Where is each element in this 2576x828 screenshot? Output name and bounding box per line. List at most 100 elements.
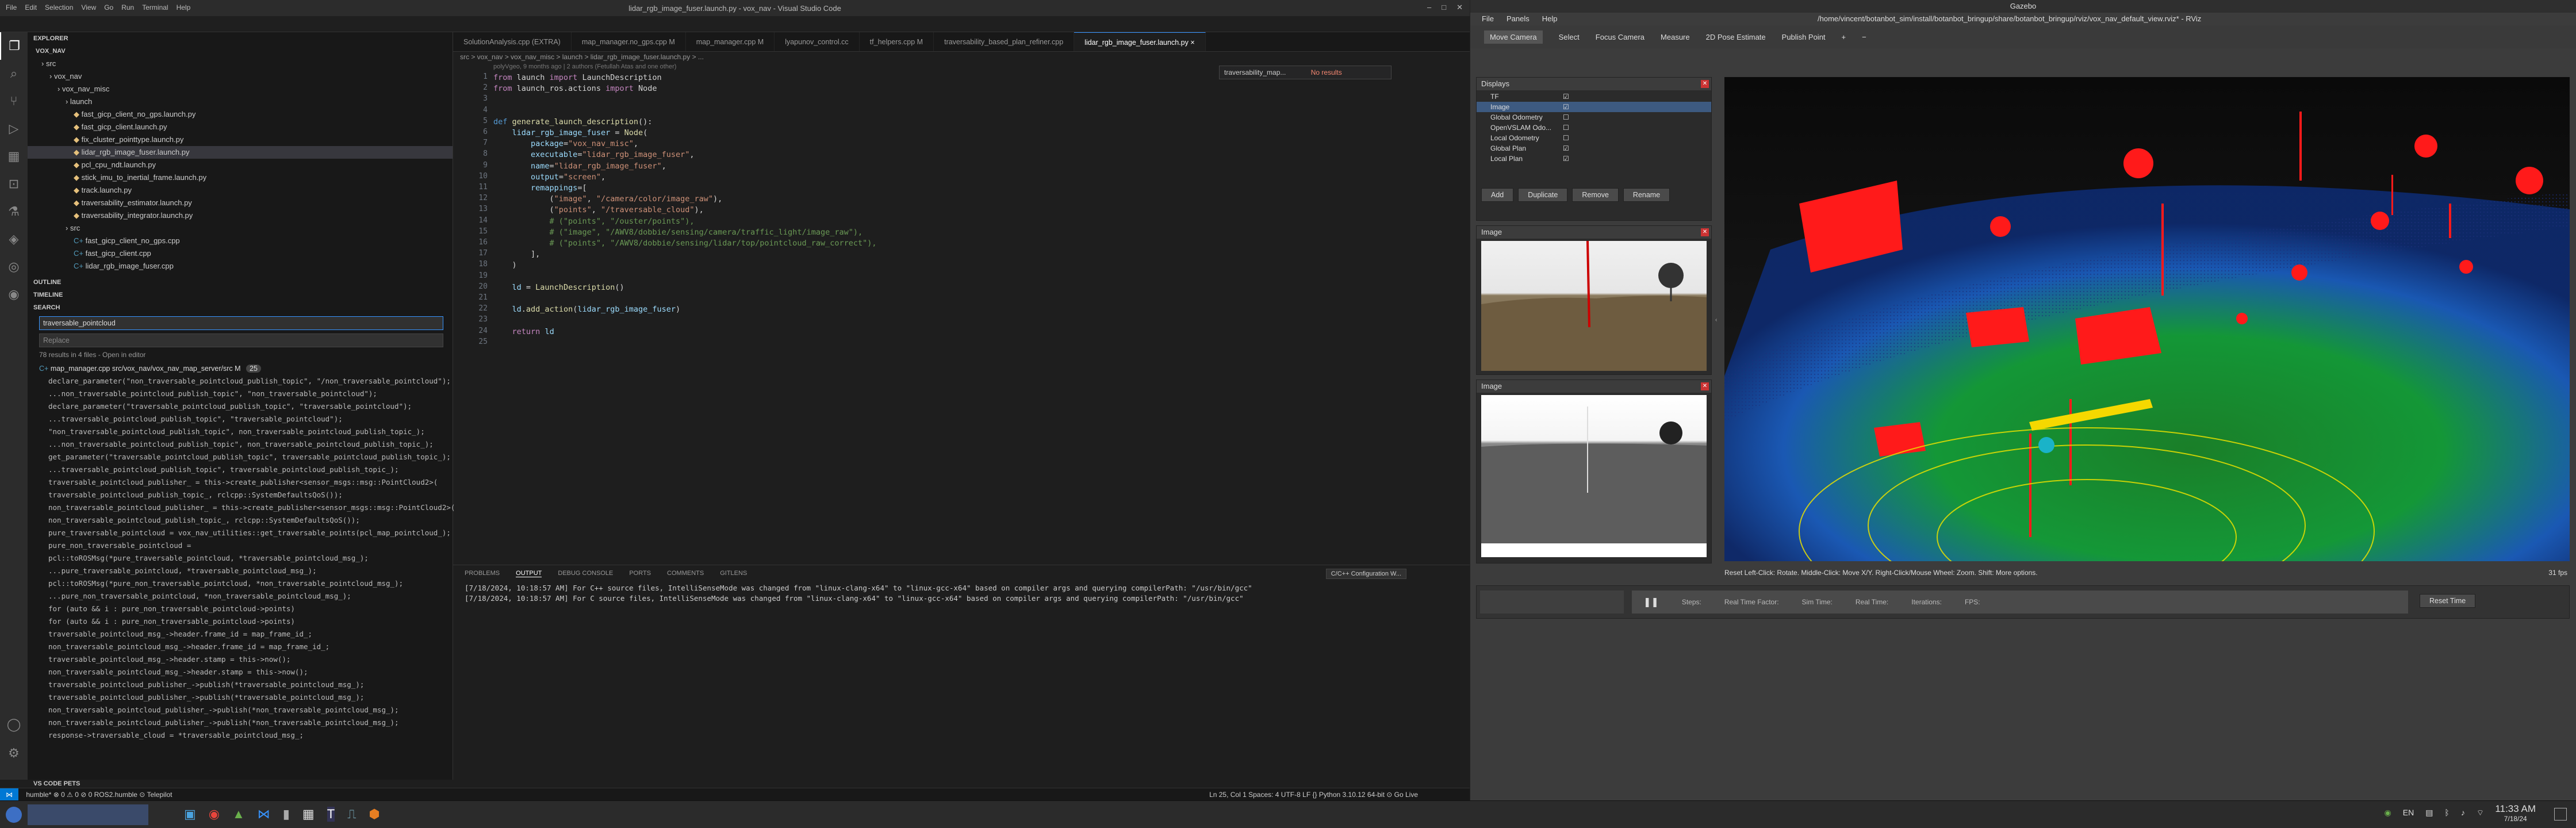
gitlens-icon[interactable]: ◉ bbox=[0, 281, 28, 308]
tree-item[interactable]: C+ fast_gicp_client.cpp bbox=[28, 247, 453, 260]
search-result-line[interactable]: traversable_pointcloud_msg_->header.stam… bbox=[28, 653, 453, 666]
rename-button[interactable]: Rename bbox=[1623, 188, 1670, 202]
search-result-line[interactable]: non_traversable_pointcloud_publisher_->p… bbox=[28, 716, 453, 729]
run-debug-icon[interactable]: ▷ bbox=[0, 115, 28, 143]
search-result-line[interactable]: pure_traversable_pointcloud = vox_nav_ut… bbox=[28, 527, 453, 539]
tool-select[interactable]: Select bbox=[1559, 33, 1580, 41]
rviz-menu-help[interactable]: Help bbox=[1542, 13, 1558, 25]
tree-item[interactable]: ◆ fix_cluster_pointtype.launch.py bbox=[28, 133, 453, 146]
account-icon[interactable]: ◯ bbox=[0, 711, 28, 738]
terminal-icon[interactable]: ▮ bbox=[283, 807, 290, 822]
explorer-icon[interactable]: ❐ bbox=[0, 32, 28, 60]
display-item[interactable]: Local Plan ☑ bbox=[1477, 154, 1711, 164]
replace-input[interactable]: Replace bbox=[39, 334, 443, 347]
chrome-icon[interactable]: ◉ bbox=[209, 807, 220, 822]
display-item[interactable]: Local Odometry ☐ bbox=[1477, 133, 1711, 143]
status-right[interactable]: Ln 25, Col 1 Spaces: 4 UTF-8 LF {} Pytho… bbox=[1209, 788, 1418, 801]
close-icon[interactable]: ✕ bbox=[1701, 228, 1709, 236]
ros-icon[interactable]: ◎ bbox=[0, 253, 28, 281]
editor-tab[interactable]: map_manager.cpp M bbox=[686, 32, 775, 51]
search-result-line[interactable]: ...traversable_pointcloud_publish_topic"… bbox=[28, 463, 453, 476]
tool-focus-camera[interactable]: Focus Camera bbox=[1596, 33, 1644, 41]
search-result-line[interactable]: declare_parameter("non_traversable_point… bbox=[28, 375, 453, 388]
reset-time-button[interactable]: Reset Time bbox=[2420, 594, 2476, 608]
extensions-icon[interactable]: ▦ bbox=[0, 143, 28, 170]
vscode-icon[interactable]: ⋈ bbox=[258, 807, 270, 822]
tool--[interactable]: + bbox=[1842, 33, 1846, 41]
tree-item[interactable]: › src bbox=[28, 222, 453, 235]
editor-tab[interactable]: map_manager.no_gps.cpp M bbox=[572, 32, 686, 51]
display-checkbox[interactable]: ☑ bbox=[1563, 143, 1569, 154]
search-result-line[interactable]: pcl::toROSMsg(*pure_traversable_pointclo… bbox=[28, 552, 453, 565]
display-item[interactable]: TF ☑ bbox=[1477, 91, 1711, 102]
editor-tab[interactable]: traversability_based_plan_refiner.cpp bbox=[934, 32, 1075, 51]
search-result-line[interactable]: non_traversable_pointcloud_publisher_->p… bbox=[28, 704, 453, 716]
breadcrumb[interactable]: src > vox_nav > vox_nav_misc > launch > … bbox=[460, 53, 704, 61]
tool--[interactable]: − bbox=[1862, 33, 1866, 41]
display-checkbox[interactable]: ☐ bbox=[1563, 122, 1569, 133]
menu-item-selection[interactable]: Selection bbox=[45, 3, 73, 12]
display-checkbox[interactable]: ☐ bbox=[1563, 112, 1569, 122]
clipboard-icon[interactable]: ▤ bbox=[2425, 808, 2433, 818]
search-result-line[interactable]: get_parameter("traversable_pointcloud_pu… bbox=[28, 451, 453, 463]
panel-tab-output[interactable]: OUTPUT bbox=[516, 570, 542, 577]
display-item[interactable]: Image ☑ bbox=[1477, 102, 1711, 112]
search-result-line[interactable]: traversable_pointcloud_publisher_->publi… bbox=[28, 678, 453, 691]
display-item[interactable]: OpenVSLAM Odo... ☐ bbox=[1477, 122, 1711, 133]
display-checkbox[interactable]: ☑ bbox=[1563, 154, 1569, 164]
close-icon[interactable]: ✕ bbox=[1701, 80, 1709, 88]
outline-section[interactable]: OUTLINE bbox=[28, 276, 453, 289]
duplicate-button[interactable]: Duplicate bbox=[1518, 188, 1568, 202]
timeline-section[interactable]: TIMELINE bbox=[28, 289, 453, 301]
editor-tab[interactable]: SolutionAnalysis.cpp (EXTRA) bbox=[453, 32, 572, 51]
add-button[interactable]: Add bbox=[1481, 188, 1514, 202]
virtual-desktop-pager[interactable] bbox=[28, 804, 148, 825]
display-checkbox[interactable]: ☐ bbox=[1563, 133, 1569, 143]
tree-item[interactable]: ◆ lidar_rgb_image_fuser.launch.py bbox=[28, 146, 453, 159]
status-left[interactable]: humble* ⊗ 0 ⚠ 0 ⊘ 0 ROS2.humble ⊙ Telepi… bbox=[20, 791, 172, 799]
grid-app-icon[interactable]: ▦ bbox=[302, 807, 315, 822]
search-icon[interactable]: ⌕ bbox=[0, 60, 28, 87]
display-item[interactable]: Global Odometry ☐ bbox=[1477, 112, 1711, 122]
tool-move-camera[interactable]: Move Camera bbox=[1484, 30, 1543, 44]
workspace-root[interactable]: VOX_NAV bbox=[28, 45, 453, 57]
splitter-handle[interactable]: ‹ bbox=[1715, 77, 1721, 564]
rviz-menu-file[interactable]: File bbox=[1482, 13, 1494, 25]
search-result-line[interactable]: non_traversable_pointcloud_msg_->header.… bbox=[28, 666, 453, 678]
search-result-line[interactable]: "non_traversable_pointcloud_publish_topi… bbox=[28, 425, 453, 438]
panel-tab-problems[interactable]: PROBLEMS bbox=[465, 570, 500, 577]
search-results-summary[interactable]: 78 results in 4 files - Open in editor bbox=[28, 347, 453, 362]
menu-item-file[interactable]: File bbox=[6, 3, 17, 12]
menu-item-go[interactable]: Go bbox=[104, 3, 113, 12]
monitor-icon[interactable]: ▲ bbox=[232, 807, 245, 822]
search-result-line[interactable]: response->traversable_cloud = *traversab… bbox=[28, 729, 453, 742]
tree-item[interactable]: ◆ fast_gicp_client.launch.py bbox=[28, 121, 453, 133]
panel-tab-gitlens[interactable]: GITLENS bbox=[720, 570, 747, 577]
rviz-menu-panels[interactable]: Panels bbox=[1506, 13, 1529, 25]
editor-tab[interactable]: tf_helpers.cpp M bbox=[860, 32, 934, 51]
texmaker-icon[interactable]: T bbox=[327, 807, 335, 822]
tree-item[interactable]: C+ lidar_rgb_image_fuser.cpp bbox=[28, 260, 453, 273]
remote-indicator[interactable]: ⋈ bbox=[0, 788, 18, 801]
menu-item-edit[interactable]: Edit bbox=[25, 3, 37, 12]
search-result-line[interactable]: ...pure_non_traversable_pointcloud, *non… bbox=[28, 590, 453, 603]
editor-tab[interactable]: lyapunov_control.cc bbox=[775, 32, 860, 51]
close-icon[interactable]: ✕ bbox=[1701, 382, 1709, 390]
display-checkbox[interactable]: ☑ bbox=[1563, 102, 1569, 112]
maximize-icon[interactable]: □ bbox=[1442, 3, 1446, 12]
search-result-line[interactable]: pure_non_traversable_pointcloud = bbox=[28, 539, 453, 552]
search-result-line[interactable]: ...non_traversable_pointcloud_publish_to… bbox=[28, 438, 453, 451]
search-result-line[interactable]: ...traversable_pointcloud_publish_topic"… bbox=[28, 413, 453, 425]
network-icon[interactable]: ⌔ bbox=[2477, 808, 2484, 818]
menu-item-terminal[interactable]: Terminal bbox=[142, 3, 168, 12]
code-editor[interactable]: polyVgeo, 9 months ago | 2 authors (Fetu… bbox=[453, 63, 1470, 558]
editor-tab[interactable]: lidar_rgb_image_fuser.launch.py × bbox=[1074, 32, 1206, 51]
results-file-header[interactable]: C+ map_manager.cpp src/vox_nav/vox_nav_m… bbox=[28, 362, 453, 375]
menu-item-view[interactable]: View bbox=[81, 3, 96, 12]
search-section[interactable]: SEARCH bbox=[28, 301, 453, 314]
search-result-line[interactable]: traversable_pointcloud_publish_topic_, r… bbox=[28, 489, 453, 501]
tree-item[interactable]: › vox_nav_misc bbox=[28, 83, 453, 95]
rviz-icon[interactable]: ⎍ bbox=[347, 807, 356, 822]
remote-icon[interactable]: ⊡ bbox=[0, 170, 28, 198]
start-menu-icon[interactable] bbox=[6, 807, 22, 823]
